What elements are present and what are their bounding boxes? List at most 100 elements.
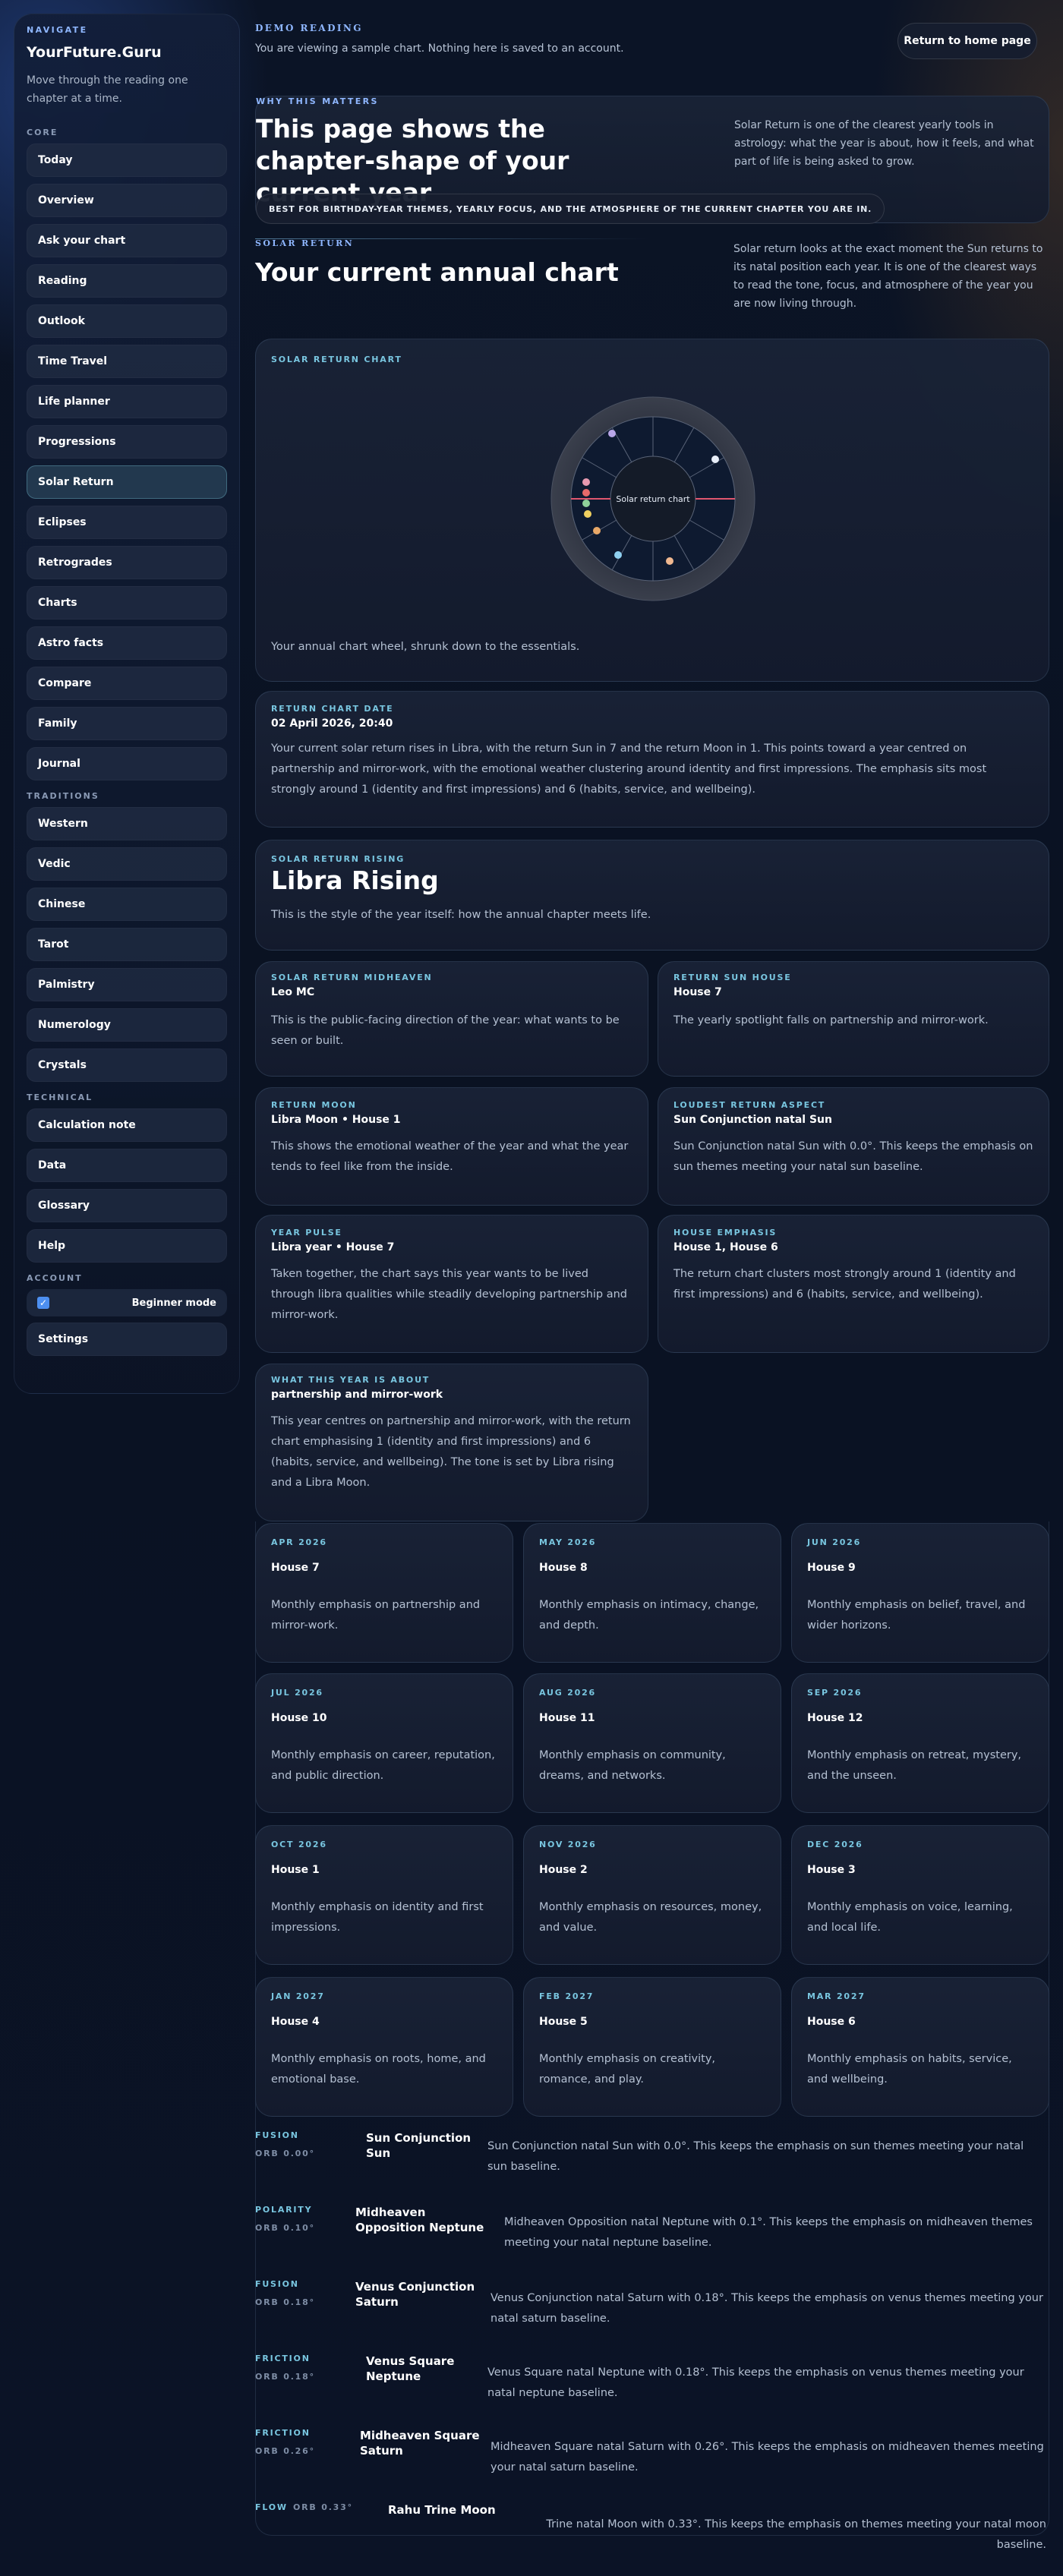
brand-name[interactable]: YourFuture.Guru bbox=[27, 44, 227, 61]
sidebar-item-outlook[interactable]: Outlook bbox=[27, 304, 227, 338]
loudest-aspect-card: LOUDEST RETURN ASPECT Sun Conjunction na… bbox=[658, 1087, 1049, 1206]
planet-marker bbox=[582, 478, 590, 486]
aspect-description: Midheaven Opposition natal Neptune with … bbox=[504, 2216, 1033, 2249]
aspect-type: FUSION bbox=[255, 2130, 299, 2140]
month-card: NOV 2026 House 2 Monthly emphasis on res… bbox=[523, 1825, 781, 1965]
return-chart-date-card: RETURN CHART DATE 02 April 2026, 20:40 Y… bbox=[255, 691, 1049, 828]
sidebar-item-crystals[interactable]: Crystals bbox=[27, 1048, 227, 1082]
month-house: House 4 bbox=[271, 2016, 320, 2028]
planet-marker bbox=[582, 500, 590, 507]
sidebar-item-vedic[interactable]: Vedic bbox=[27, 847, 227, 881]
month-card: MAY 2026 House 8 Monthly emphasis on int… bbox=[523, 1523, 781, 1663]
nav-group-account-title: ACCOUNT bbox=[27, 1273, 83, 1283]
month-house: House 7 bbox=[271, 1562, 320, 1574]
sidebar-item-data[interactable]: Data bbox=[27, 1149, 227, 1182]
sidebar-item-time-travel[interactable]: Time Travel bbox=[27, 345, 227, 378]
date-card-value: 02 April 2026, 20:40 bbox=[271, 717, 393, 730]
month-body: Monthly emphasis on habits, service, and… bbox=[807, 2053, 1012, 2086]
month-house: House 3 bbox=[807, 1864, 856, 1876]
sidebar-item-glossary[interactable]: Glossary bbox=[27, 1189, 227, 1222]
sidebar-item-family[interactable]: Family bbox=[27, 707, 227, 740]
sidebar-item-compare[interactable]: Compare bbox=[27, 667, 227, 700]
month-card: FEB 2027 House 5 Monthly emphasis on cre… bbox=[523, 1977, 781, 2117]
sidebar-item-numerology[interactable]: Numerology bbox=[27, 1008, 227, 1042]
sidebar-item-charts[interactable]: Charts bbox=[27, 586, 227, 620]
month-house: House 8 bbox=[539, 1562, 588, 1574]
aspect-row: FRICTION ORB 0.18° Venus Square Neptune … bbox=[255, 2354, 1049, 2407]
sidebar-item-solar-return[interactable]: Solar Return bbox=[27, 465, 227, 499]
month-house: House 10 bbox=[271, 1712, 327, 1724]
rising-card-label: SOLAR RETURN RISING bbox=[271, 854, 405, 864]
planet-marker bbox=[711, 456, 719, 463]
month-card: JAN 2027 House 4 Monthly emphasis on roo… bbox=[255, 1977, 513, 2117]
grid-card-label: SOLAR RETURN MIDHEAVEN bbox=[271, 973, 433, 982]
return-moon-card: RETURN MOON Libra Moon • House 1 This sh… bbox=[255, 1087, 648, 1206]
sidebar-item-ask-your-chart[interactable]: Ask your chart bbox=[27, 224, 227, 257]
rising-card: SOLAR RETURN RISING Libra Rising This is… bbox=[255, 840, 1049, 951]
month-label: APR 2026 bbox=[271, 1537, 327, 1547]
date-card-body: Your current solar return rises in Libra… bbox=[271, 743, 987, 796]
month-label: FEB 2027 bbox=[539, 1991, 595, 2001]
grid-card-body: The return chart clusters most strongly … bbox=[673, 1268, 1016, 1301]
aspect-orb: ORB 0.10° bbox=[255, 2223, 315, 2233]
month-body: Monthly emphasis on creativity, romance,… bbox=[539, 2053, 716, 2086]
grid-card-value: partnership and mirror-work bbox=[271, 1389, 443, 1401]
sidebar-item-retrogrades[interactable]: Retrogrades bbox=[27, 546, 227, 579]
return-home-button[interactable]: Return to home page bbox=[897, 23, 1037, 59]
house-emphasis-card: HOUSE EMPHASIS House 1, House 6 The retu… bbox=[658, 1215, 1049, 1353]
grid-card-value: House 1, House 6 bbox=[673, 1241, 778, 1253]
beginner-mode-toggle[interactable]: ✓ Beginner mode bbox=[27, 1289, 227, 1316]
rising-card-value: Libra Rising bbox=[271, 865, 439, 895]
month-card: DEC 2026 House 3 Monthly emphasis on voi… bbox=[791, 1825, 1049, 1965]
aspect-description: Trine natal Moon with 0.33°. This keeps … bbox=[546, 2518, 1046, 2551]
month-card: OCT 2026 House 1 Monthly emphasis on ide… bbox=[255, 1825, 513, 1965]
month-label: SEP 2026 bbox=[807, 1688, 863, 1698]
month-label: MAY 2026 bbox=[539, 1537, 597, 1547]
sidebar-item-journal[interactable]: Journal bbox=[27, 747, 227, 780]
chart-wheel: Solar return chart bbox=[550, 396, 755, 601]
chart-card-label: SOLAR RETURN CHART bbox=[271, 355, 402, 364]
nav-group-core: Today Overview Ask your chart Reading Ou… bbox=[27, 143, 227, 780]
sidebar-description: Move through the reading one chapter at … bbox=[27, 74, 188, 105]
month-body: Monthly emphasis on partnership and mirr… bbox=[271, 1599, 481, 1632]
sidebar-item-reading[interactable]: Reading bbox=[27, 264, 227, 298]
sidebar-item-astro-facts[interactable]: Astro facts bbox=[27, 626, 227, 660]
aspect-description: Venus Conjunction natal Saturn with 0.18… bbox=[490, 2292, 1043, 2325]
month-card: APR 2026 House 7 Monthly emphasis on par… bbox=[255, 1523, 513, 1663]
sidebar-item-western[interactable]: Western bbox=[27, 807, 227, 840]
grid-card-value: Libra year • House 7 bbox=[271, 1241, 395, 1253]
grid-card-body: This is the public-facing direction of t… bbox=[271, 1014, 620, 1047]
beginner-mode-label: Beginner mode bbox=[131, 1297, 216, 1309]
grid-card-body: Sun Conjunction natal Sun with 0.0°. Thi… bbox=[673, 1140, 1033, 1173]
date-card-label: RETURN CHART DATE bbox=[271, 704, 394, 714]
sidebar-item-help[interactable]: Help bbox=[27, 1229, 227, 1263]
beginner-mode-checkbox[interactable]: ✓ bbox=[37, 1297, 49, 1309]
month-body: Monthly emphasis on belief, travel, and … bbox=[807, 1599, 1026, 1632]
nav-group-technical-title: TECHNICAL bbox=[27, 1093, 93, 1102]
month-body: Monthly emphasis on retreat, mystery, an… bbox=[807, 1749, 1022, 1782]
solar-return-eyebrow: SOLAR RETURN bbox=[255, 238, 355, 248]
sidebar: NAVIGATE YourFuture.Guru Move through th… bbox=[14, 14, 240, 1394]
sidebar-item-today[interactable]: Today bbox=[27, 143, 227, 177]
sidebar-item-palmistry[interactable]: Palmistry bbox=[27, 968, 227, 1001]
grid-card-label: RETURN SUN HOUSE bbox=[673, 973, 792, 982]
grid-card-label: LOUDEST RETURN ASPECT bbox=[673, 1100, 826, 1110]
sidebar-item-settings[interactable]: Settings bbox=[27, 1323, 227, 1356]
aspect-orb: ORB 0.18° bbox=[255, 2372, 315, 2382]
aspect-name: Venus Conjunction Saturn bbox=[355, 2280, 475, 2309]
sidebar-item-tarot[interactable]: Tarot bbox=[27, 928, 227, 961]
sidebar-item-eclipses[interactable]: Eclipses bbox=[27, 506, 227, 539]
sidebar-item-chinese[interactable]: Chinese bbox=[27, 888, 227, 921]
aspect-type: FRICTION bbox=[255, 2428, 311, 2438]
sidebar-item-life-planner[interactable]: Life planner bbox=[27, 385, 227, 418]
month-body: Monthly emphasis on roots, home, and emo… bbox=[271, 2053, 486, 2086]
sidebar-item-progressions[interactable]: Progressions bbox=[27, 425, 227, 459]
month-house: House 1 bbox=[271, 1864, 320, 1876]
planet-marker bbox=[593, 527, 601, 534]
grid-card-value: Libra Moon • House 1 bbox=[271, 1114, 401, 1126]
aspect-description: Midheaven Square natal Saturn with 0.26°… bbox=[490, 2441, 1044, 2474]
month-body: Monthly emphasis on identity and first i… bbox=[271, 1901, 484, 1934]
aspect-name: Midheaven Opposition Neptune bbox=[355, 2206, 484, 2234]
sidebar-item-calculation-note[interactable]: Calculation note bbox=[27, 1108, 227, 1142]
sidebar-item-overview[interactable]: Overview bbox=[27, 184, 227, 217]
